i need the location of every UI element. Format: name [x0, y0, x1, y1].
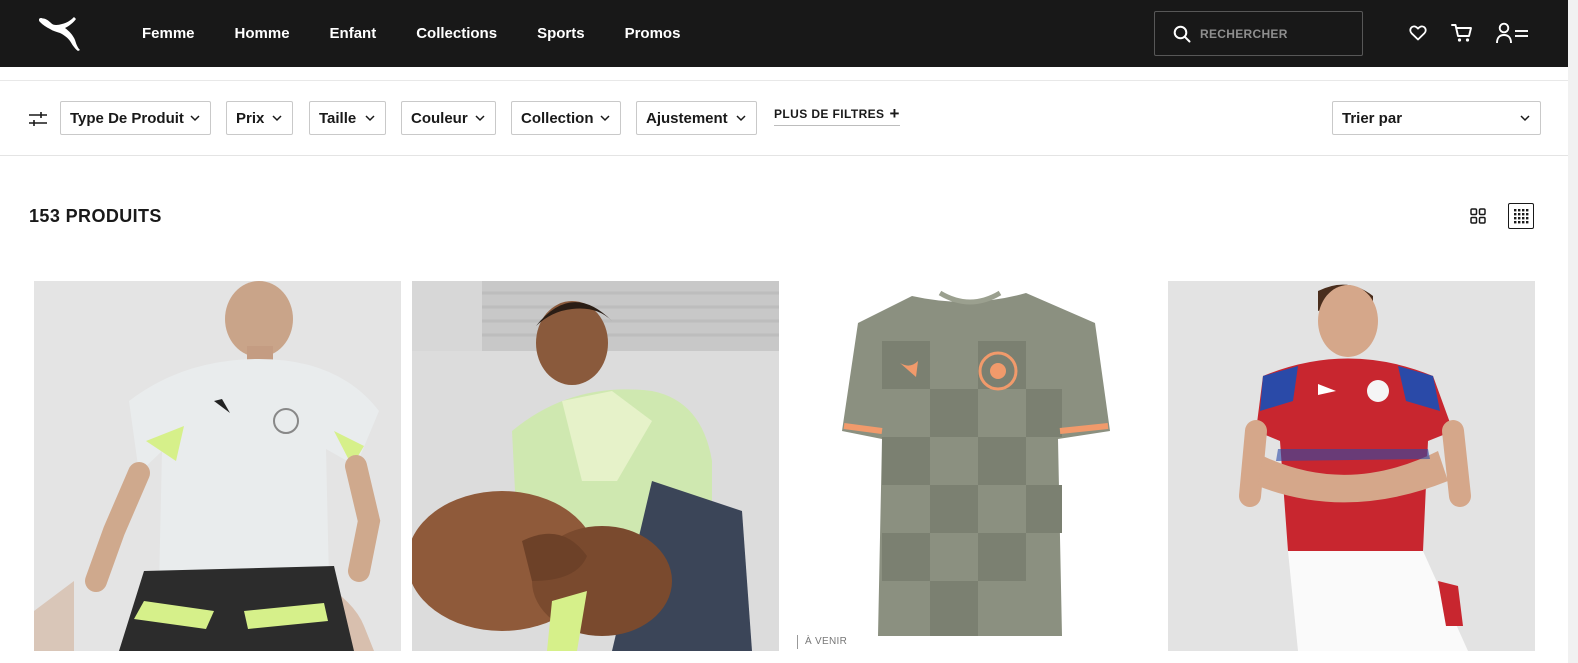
- account-menu-button[interactable]: [1496, 20, 1530, 46]
- filter-type-de-produit[interactable]: Type De Produit: [60, 101, 211, 135]
- cart-button[interactable]: [1449, 20, 1475, 46]
- plus-icon: +: [889, 104, 900, 123]
- search-input[interactable]: [1200, 26, 1350, 41]
- nav-promos[interactable]: Promos: [625, 25, 681, 42]
- filter-label: Couleur: [411, 109, 468, 127]
- more-filters-button[interactable]: PLUS DE FILTRES +: [774, 104, 900, 126]
- puma-logo[interactable]: [36, 14, 84, 54]
- product-image: [1168, 281, 1535, 651]
- product-count: 153 PRODUITS: [29, 206, 162, 226]
- filter-label: Collection: [521, 109, 594, 127]
- coming-soon-badge: À VENIR: [797, 635, 847, 649]
- top-navigation: Femme Homme Enfant Collections Sports Pr…: [0, 0, 1568, 67]
- product-image: [34, 281, 401, 651]
- product-card-4[interactable]: [1168, 281, 1535, 651]
- chevron-down-icon: [190, 115, 200, 122]
- chevron-down-icon: [1520, 115, 1530, 122]
- product-card-1[interactable]: [34, 281, 401, 651]
- nav-sports[interactable]: Sports: [537, 25, 585, 42]
- search-box[interactable]: [1154, 11, 1363, 56]
- chevron-down-icon: [475, 115, 485, 122]
- sliders-icon: [29, 112, 47, 126]
- filter-label: Ajustement: [646, 109, 728, 127]
- sort-dropdown[interactable]: Trier par: [1332, 101, 1541, 135]
- filter-prix[interactable]: Prix: [226, 101, 293, 135]
- wishlist-button[interactable]: [1405, 20, 1431, 46]
- filter-label: Taille: [319, 109, 357, 127]
- product-card-3[interactable]: [790, 281, 1157, 651]
- filter-taille[interactable]: Taille: [309, 101, 386, 135]
- promo-strip: [0, 67, 1568, 81]
- cart-icon: [1451, 24, 1472, 42]
- sort-label: Trier par: [1342, 109, 1403, 127]
- chevron-down-icon: [272, 115, 282, 122]
- grid-view-2col-button[interactable]: [1465, 203, 1491, 229]
- filter-collection[interactable]: Collection: [511, 101, 621, 135]
- scrollbar[interactable]: [1568, 0, 1578, 663]
- filter-label: Prix: [236, 109, 265, 127]
- chevron-down-icon: [600, 115, 610, 122]
- user-menu-icon: [1496, 22, 1528, 44]
- filter-label: Type De Produit: [70, 109, 184, 127]
- filter-bar: Type De Produit Prix Taille Couleur Coll…: [0, 81, 1568, 156]
- filter-ajustement[interactable]: Ajustement: [636, 101, 757, 135]
- product-card-2[interactable]: [412, 281, 779, 651]
- grid-small-icon: [1514, 209, 1529, 224]
- nav-femme[interactable]: Femme: [142, 25, 195, 42]
- main-menu: Femme Homme Enfant Collections Sports Pr…: [142, 0, 720, 67]
- heart-icon: [1409, 25, 1427, 41]
- nav-homme[interactable]: Homme: [235, 25, 290, 42]
- product-image: [790, 281, 1157, 651]
- product-image: [412, 281, 779, 651]
- chevron-down-icon: [736, 115, 746, 122]
- more-filters-label: PLUS DE FILTRES: [774, 107, 885, 121]
- chevron-down-icon: [365, 115, 375, 122]
- filter-toggle-button[interactable]: [28, 111, 48, 127]
- grid-large-icon: [1470, 208, 1486, 224]
- nav-enfant[interactable]: Enfant: [330, 25, 377, 42]
- filter-couleur[interactable]: Couleur: [401, 101, 496, 135]
- search-icon: [1173, 25, 1191, 42]
- grid-view-4col-button[interactable]: [1508, 203, 1534, 229]
- nav-collections[interactable]: Collections: [416, 25, 497, 42]
